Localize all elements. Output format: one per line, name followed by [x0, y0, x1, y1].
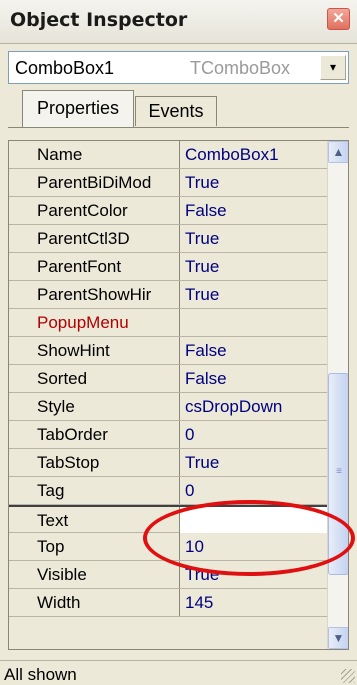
property-row-parentbidimode[interactable]: ParentBiDiMod True — [9, 169, 327, 197]
resize-grip-icon[interactable] — [341, 669, 355, 683]
property-value[interactable]: False — [185, 341, 325, 361]
property-row-sorted[interactable]: Sorted False — [9, 365, 327, 393]
component-name: ComboBox1 — [15, 58, 115, 78]
property-row-parentcolor[interactable]: ParentColor False — [9, 197, 327, 225]
property-row-visible[interactable]: Visible True — [9, 561, 327, 589]
column-divider — [179, 337, 180, 364]
property-row-taborder[interactable]: TabOrder 0 — [9, 421, 327, 449]
close-icon: ✕ — [332, 10, 345, 27]
property-name: Sorted — [37, 369, 88, 388]
property-value[interactable]: True — [185, 257, 325, 277]
column-divider — [179, 393, 180, 420]
property-row-tabstop[interactable]: TabStop True — [9, 449, 327, 477]
column-divider — [179, 141, 180, 168]
property-row-popupmenu[interactable]: PopupMenu — [9, 309, 327, 337]
vertical-scrollbar[interactable]: ▲ ≡ ▼ — [327, 141, 348, 649]
property-value[interactable]: 10 — [185, 537, 325, 557]
property-name: PopupMenu — [37, 313, 129, 332]
property-value[interactable]: True — [185, 453, 325, 473]
property-value[interactable]: csDropDown — [185, 397, 325, 417]
property-name: Top — [37, 537, 65, 556]
scroll-down-button[interactable]: ▼ — [328, 627, 348, 649]
column-divider — [179, 421, 180, 448]
property-row-parentfont[interactable]: ParentFont True — [9, 253, 327, 281]
property-row-width[interactable]: Width 145 — [9, 589, 327, 617]
property-value[interactable]: 145 — [185, 593, 325, 613]
property-row-showhint[interactable]: ShowHint False — [9, 337, 327, 365]
grip-icon: ≡ — [336, 466, 342, 477]
column-divider — [179, 197, 180, 224]
window-title: Object Inspector — [10, 9, 188, 31]
property-name: Text — [37, 511, 69, 530]
column-divider — [179, 309, 180, 336]
title-bar[interactable]: Object Inspector ✕ — [0, 0, 357, 44]
property-value[interactable]: False — [185, 201, 325, 221]
property-value[interactable]: True — [185, 173, 325, 193]
property-value[interactable]: 0 — [185, 425, 325, 445]
property-value[interactable]: 0 — [185, 481, 325, 501]
close-button[interactable]: ✕ — [327, 8, 350, 30]
property-name: Tag — [37, 481, 65, 500]
column-divider — [179, 365, 180, 392]
chevron-up-icon: ▲ — [332, 145, 345, 159]
column-divider — [179, 169, 180, 196]
property-name: Width — [37, 593, 81, 612]
tab-strip: Properties Events — [8, 88, 349, 128]
scroll-thumb[interactable]: ≡ — [328, 373, 348, 575]
property-row-parentshowhint[interactable]: ParentShowHir True — [9, 281, 327, 309]
property-name: TabStop — [37, 453, 100, 472]
tab-properties[interactable]: Properties — [22, 90, 134, 128]
property-row-name[interactable]: Name ComboBox1 — [9, 141, 327, 169]
property-name: TabOrder — [37, 425, 108, 444]
property-name: Style — [37, 397, 75, 416]
scroll-up-button[interactable]: ▲ — [328, 141, 348, 163]
status-bar: All shown — [0, 660, 357, 685]
property-row-tag[interactable]: Tag 0 — [9, 477, 327, 505]
component-selector[interactable]: ComboBox1 TComboBox ▾ — [8, 51, 349, 84]
property-rows: Name ComboBox1 ParentBiDiMod True Parent… — [9, 141, 327, 617]
property-row-parentctl3d[interactable]: ParentCtl3D True — [9, 225, 327, 253]
object-inspector-window: Object Inspector ✕ ComboBox1 TComboBox ▾… — [0, 0, 357, 685]
column-divider — [179, 281, 180, 308]
property-name: Visible — [37, 565, 87, 584]
property-name: ParentFont — [37, 257, 122, 276]
chevron-down-icon: ▼ — [332, 631, 345, 645]
property-value[interactable]: True — [185, 285, 325, 305]
property-value[interactable]: True — [185, 229, 325, 249]
property-name: ShowHint — [37, 341, 110, 360]
property-name: Name — [37, 145, 83, 164]
tab-divider — [8, 127, 349, 128]
status-text: All shown — [4, 665, 77, 684]
property-value[interactable]: ComboBox1 — [185, 145, 325, 165]
text-value-editor[interactable] — [180, 507, 327, 533]
property-name: ParentCtl3D — [37, 229, 130, 248]
property-name: ParentShowHir — [37, 285, 152, 304]
column-divider — [179, 449, 180, 476]
column-divider — [179, 533, 180, 560]
column-divider — [179, 225, 180, 252]
column-divider — [179, 477, 180, 504]
column-divider — [179, 253, 180, 280]
component-dropdown-button[interactable]: ▾ — [320, 55, 346, 80]
component-type: TComboBox — [190, 58, 291, 78]
property-row-style[interactable]: Style csDropDown — [9, 393, 327, 421]
property-row-text[interactable]: Text — [9, 505, 327, 534]
property-grid: Name ComboBox1 ParentBiDiMod True Parent… — [8, 140, 349, 650]
column-divider — [179, 561, 180, 588]
property-name: ParentBiDiMod — [37, 173, 152, 192]
tab-events[interactable]: Events — [135, 96, 217, 126]
column-divider — [179, 589, 180, 616]
property-value[interactable]: False — [185, 369, 325, 389]
property-name: ParentColor — [37, 201, 128, 220]
property-value[interactable]: True — [185, 565, 325, 585]
property-row-top[interactable]: Top 10 — [9, 533, 327, 561]
chevron-down-icon: ▾ — [329, 60, 337, 74]
